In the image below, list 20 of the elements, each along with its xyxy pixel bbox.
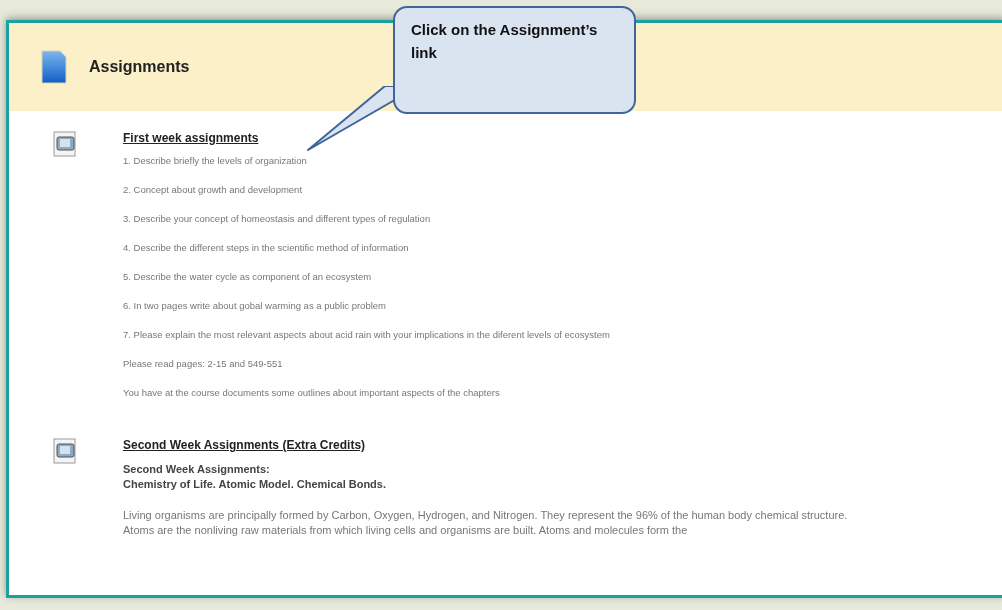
assignment-text: 3. Describe your concept of homeostasis and different types of regulation — [123, 213, 431, 226]
body-text: Atoms are the nonliving raw materials from which living cells and organisms are built. Atoms and molecules form the — [123, 523, 689, 538]
assignment-text: 5. Describe the water cycle as component of an ecosystem — [123, 271, 372, 284]
folder-icon — [53, 131, 77, 157]
body-text: Living organisms are principally formed by Carbon, Oxygen, Hydrogen, and Nitrogen. They represent the 96% of the human body chemical structure. — [123, 508, 849, 523]
assignment-text: Please read pages: 2-15 and 549-551 — [123, 358, 283, 371]
assignment-text: 7. Please explain the most relevant aspects about acid rain with your implications in the diferent levels of ecosystem — [123, 329, 610, 342]
assignment-text: 4. Describe the different steps in the scientific method of information — [123, 242, 409, 255]
page-title: Assignments — [89, 58, 190, 76]
subtitle-text: Chemistry of Life. Atomic Model. Chemical Bonds. — [123, 477, 387, 492]
assignment-text: 6. In two pages write about gobal warming as a public problem — [123, 300, 386, 313]
assignment-text: You have at the course documents some outlines about important aspects of the chapters — [123, 387, 500, 400]
document-icon — [41, 50, 67, 84]
folder-icon — [53, 438, 77, 464]
callout-box: Click on the Assignment’s link — [393, 6, 636, 114]
assignment-link[interactable]: Second Week Assignments (Extra Credits) — [123, 438, 366, 452]
subtitle-text: Second Week Assignments: — [123, 462, 271, 477]
assignment-text: 2. Concept about growth and development — [123, 184, 303, 197]
assignment-text: 1. Describe briefly the levels of organization — [123, 155, 307, 168]
assignment-link[interactable]: First week assignments — [123, 131, 259, 145]
